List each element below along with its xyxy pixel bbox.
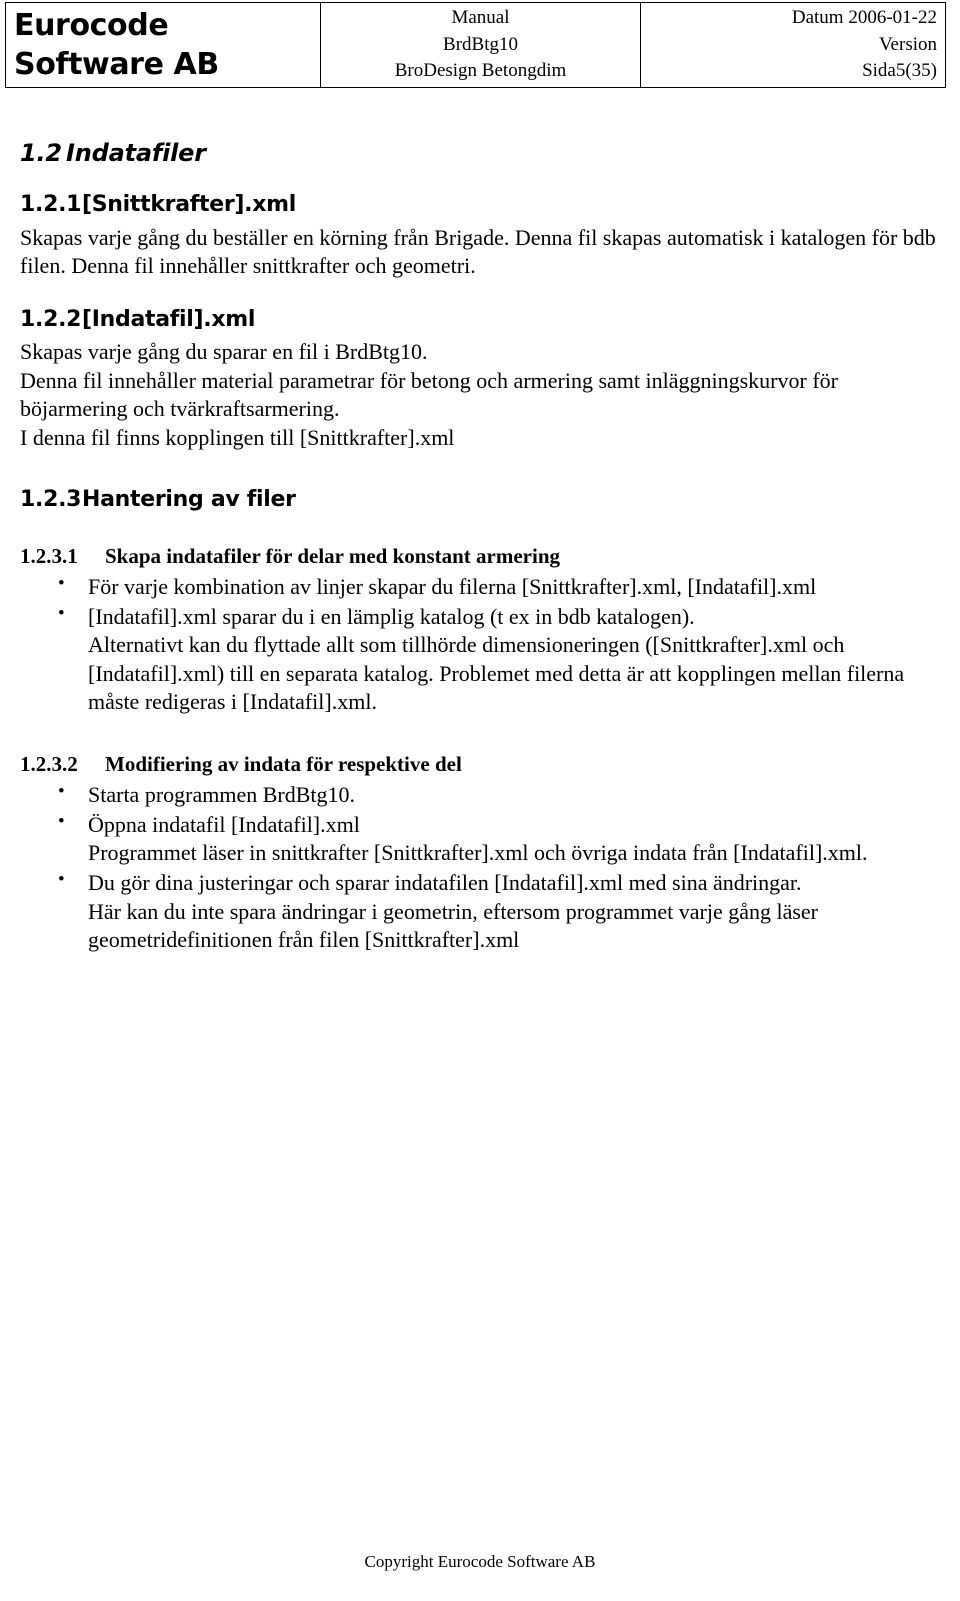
heading-1-2-3-number: 1.2.3: [20, 486, 82, 512]
header-cell-document-info: Manual BrdBtg10 BroDesign Betongdim: [320, 2, 641, 88]
footer-copyright-text: Copyright Eurocode Software AB: [364, 1552, 596, 1571]
heading-1-2-2-number: 1.2.2: [20, 306, 82, 332]
heading-1-2-1: 1.2.1[Snittkrafter].xml: [20, 192, 940, 217]
list-item-text: [Indatafil].xml sparar du i en lämplig k…: [88, 603, 695, 629]
page-header-table: Eurocode Software AB Manual BrdBtg10 Bro…: [5, 2, 946, 88]
header-date: Datum 2006-01-22: [791, 6, 937, 28]
bullet-list-1-2-3-1: För varje kombination av linjer skapar d…: [20, 572, 940, 717]
paragraph-1-2-2-a: Skapas varje gång du sparar en fil i Brd…: [20, 339, 428, 365]
company-logo-line-2: Software AB: [14, 47, 219, 82]
header-product-name: BroDesign Betongdim: [394, 60, 567, 82]
list-item-continuation: Programmet läser in snittkrafter [Snittk…: [88, 840, 868, 866]
header-page-number: Sida5(35): [862, 60, 937, 82]
header-cell-logo: Eurocode Software AB: [5, 2, 321, 88]
heading-1-2-number: 1.2: [20, 139, 62, 167]
heading-1-2-3-1-title: Skapa indatafiler för delar med konstant…: [105, 543, 561, 568]
heading-1-2-3-2: 1.2.3.2 Modifiering av indata för respekt…: [20, 752, 940, 777]
list-item-continuation: Här kan du inte spara ändringar i geomet…: [88, 898, 818, 953]
list-item-text: Starta programmen BrdBtg10.: [88, 782, 356, 808]
heading-1-2-3: 1.2.3Hantering av filer: [20, 487, 940, 512]
paragraph-1-2-1: Skapas varje gång du beställer en körnin…: [20, 224, 936, 279]
heading-1-2-2-title: [Indatafil].xml: [82, 306, 256, 332]
heading-1-2-title: Indatafiler: [66, 139, 206, 167]
heading-1-2-3-2-title: Modifiering av indata för respektive del: [105, 752, 462, 776]
page-footer: Copyright Eurocode Software AB: [0, 1552, 960, 1572]
paragraph-1-2-2-b: Denna fil innehåller material parametrar…: [20, 367, 838, 422]
paragraph-1-2-2-c: I denna fil finns kopplingen till [Snitt…: [20, 424, 455, 450]
header-doc-type: Manual: [451, 6, 510, 28]
header-cell-meta: Datum 2006-01-22 Version Sida5(35): [640, 2, 946, 88]
heading-1-2-3-1: 1.2.3.1 Skapa indatafiler för delar med k…: [20, 544, 940, 569]
header-product-code: BrdBtg10: [443, 33, 518, 55]
list-item: Du gör dina justeringar och sparar indat…: [20, 868, 940, 955]
heading-1-2-1-title: [Snittkrafter].xml: [82, 192, 296, 218]
heading-1-2-3-2-number: 1.2.3.2: [20, 752, 78, 776]
heading-1-2-2: 1.2.2[Indatafil].xml: [20, 307, 940, 332]
heading-1-2-3-title: Hantering av filer: [82, 486, 296, 512]
document-body: 1.2 Indatafiler 1.2.1[Snittkrafter].xml S…: [20, 140, 940, 956]
company-logo-line-1: Eurocode: [14, 8, 169, 43]
list-item-text: Öppna indatafil [Indatafil].xml: [88, 811, 360, 837]
bullet-list-1-2-3-2: Starta programmen BrdBtg10. Öppna indata…: [20, 780, 940, 955]
list-item: Starta programmen BrdBtg10.: [20, 780, 940, 810]
list-item-continuation: Alternativt kan du flyttade allt som til…: [88, 632, 905, 715]
document-page: Eurocode Software AB Manual BrdBtg10 Bro…: [0, 0, 960, 1601]
header-row: Eurocode Software AB Manual BrdBtg10 Bro…: [5, 2, 946, 88]
list-item-text: Du gör dina justeringar och sparar indat…: [88, 869, 802, 895]
heading-1-2-3-1-number: 1.2.3.1: [20, 543, 78, 568]
list-item: Öppna indatafil [Indatafil].xml Programm…: [20, 810, 940, 868]
list-item-text: För varje kombination av linjer skapar d…: [88, 574, 817, 600]
list-item: [Indatafil].xml sparar du i en lämplig k…: [20, 602, 940, 717]
heading-1-2: 1.2 Indatafiler: [20, 139, 940, 167]
heading-1-2-1-number: 1.2.1: [20, 192, 82, 218]
list-item: För varje kombination av linjer skapar d…: [20, 572, 940, 602]
header-version-label: Version: [878, 33, 937, 55]
